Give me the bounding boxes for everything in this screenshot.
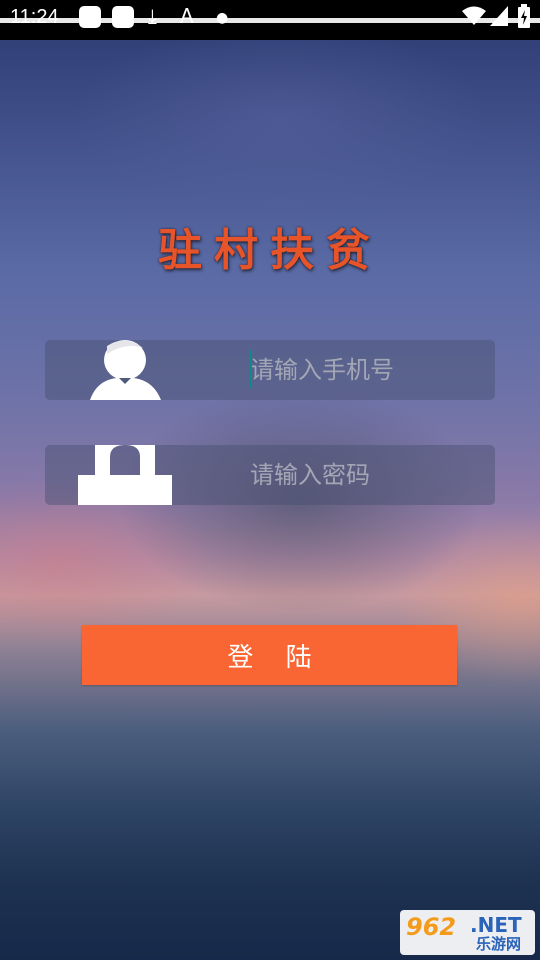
text-cursor [249,350,252,388]
wifi-icon [462,6,486,25]
download-icon: ⤓ [148,4,157,28]
app-title: 驻村扶贫 [158,225,382,276]
phone-field[interactable] [45,340,495,400]
notification-icon [79,6,101,28]
password-field[interactable] [45,445,495,505]
lock-icon [78,445,172,505]
watermark-number: 962 [406,913,457,941]
login-button[interactable]: 登 陆 [82,625,457,685]
user-icon [90,340,161,400]
a-icon: A [180,4,194,28]
password-input[interactable] [205,445,485,505]
signal-icon [490,6,508,26]
status-bar: 11:24 ⤓ A ● [0,0,540,40]
phone-input[interactable] [205,340,485,400]
battery-icon [518,4,530,28]
watermark-logo: 962 .NET 乐游网 [400,910,535,955]
dot-icon: ● [216,10,229,26]
notification-icon [112,6,134,28]
status-time: 11:24 [10,6,59,28]
watermark-site: 乐游网 [476,935,522,953]
